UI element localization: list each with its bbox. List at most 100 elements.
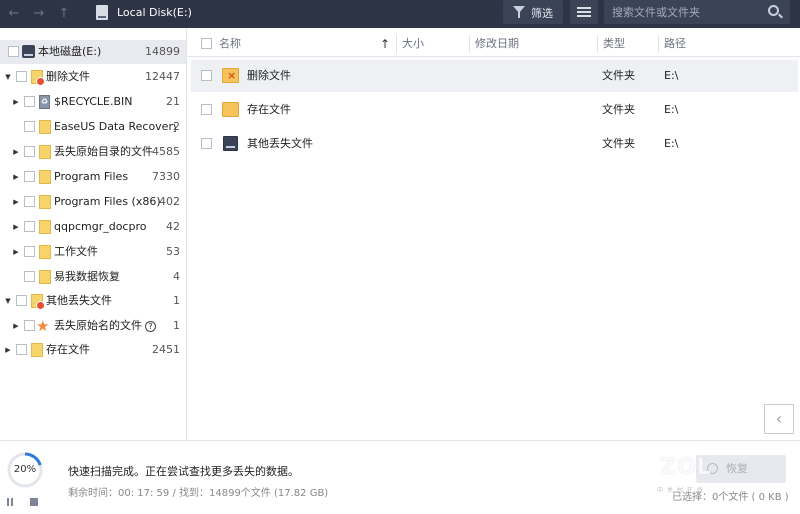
tree-item-label: 删除文件: [46, 70, 90, 83]
tree-item-label: 丢失原始名的文件?: [54, 314, 156, 338]
row-checkbox[interactable]: [201, 70, 212, 81]
tree-item-count: 21: [166, 95, 180, 108]
file-type: 文件夹: [602, 137, 635, 150]
column-header-size[interactable]: 大小: [402, 31, 424, 57]
tree-checkbox[interactable]: [24, 146, 35, 157]
scan-stats-text: 剩余时间：00: 17: 59 / 找到：14899个文件 (17.82 GB): [68, 488, 329, 499]
tree-checkbox[interactable]: [24, 271, 35, 282]
tree-item-count: 1: [173, 319, 180, 332]
tree-item-lost-names[interactable]: ▶ ★ 丢失原始名的文件? 1: [0, 314, 186, 338]
table-row[interactable]: 其他丢失文件 文件夹 E:\: [191, 128, 798, 160]
tree-checkbox[interactable]: [8, 46, 19, 57]
tree-checkbox[interactable]: [24, 171, 35, 182]
chevron-left-icon: ‹: [775, 409, 783, 428]
column-header-path[interactable]: 路径: [664, 31, 686, 57]
tree-item-deleted-files[interactable]: ▼ 删除文件 12447: [0, 65, 186, 89]
tree-item-easeus-cn[interactable]: 易我数据恢复 4: [0, 265, 186, 289]
tree-checkbox[interactable]: [24, 196, 35, 207]
tree-item-count: 42: [166, 220, 180, 233]
tree-checkbox[interactable]: [24, 221, 35, 232]
tree-item-label: 工作文件: [54, 245, 98, 258]
expand-toggle-icon[interactable]: ▶: [12, 190, 20, 214]
tree-item-work-files[interactable]: ▶ 工作文件 53: [0, 240, 186, 264]
expand-toggle-icon[interactable]: ▶: [12, 140, 20, 164]
tree-item-other-lost[interactable]: ▼ 其他丢失文件 1: [0, 289, 186, 313]
file-path: E:\: [664, 69, 679, 82]
expand-toggle-icon[interactable]: ▶: [12, 165, 20, 189]
expand-toggle-icon[interactable]: ▶: [12, 215, 20, 239]
tree-item-qqpcmgr[interactable]: ▶ qqpcmgr_docpro 42: [0, 215, 186, 239]
search-input[interactable]: [612, 4, 762, 20]
back-arrow-icon[interactable]: ←: [6, 5, 22, 23]
row-checkbox[interactable]: [201, 138, 212, 149]
tree-item-lost-dir-files[interactable]: ▶ 丢失原始目录的文件 4585: [0, 140, 186, 164]
expand-toggle-icon[interactable]: ▼: [4, 289, 12, 313]
table-row[interactable]: 存在文件 文件夹 E:\: [191, 94, 798, 126]
selected-info: 已选择：0个文件 ( 0 KB ): [672, 492, 789, 503]
tree-checkbox[interactable]: [24, 121, 35, 132]
tree-checkbox[interactable]: [16, 344, 27, 355]
help-icon[interactable]: ?: [145, 321, 156, 332]
column-header-name[interactable]: 名称: [219, 31, 241, 57]
expand-toggle-icon[interactable]: ▶: [4, 338, 12, 362]
column-header-modified[interactable]: 修改日期: [475, 31, 519, 57]
disk-icon: [22, 45, 35, 58]
tree-item-count: 2: [173, 120, 180, 133]
star-icon: ★: [36, 317, 50, 335]
expand-toggle-icon[interactable]: ▶: [12, 90, 20, 114]
folder-icon: [39, 270, 51, 284]
tree-item-recycle-bin[interactable]: ▶ ♻ $RECYCLE.BIN 21: [0, 90, 186, 114]
tree-item-count: 7330: [152, 170, 180, 183]
tree-item-existing-files[interactable]: ▶ 存在文件 2451: [0, 338, 186, 362]
tree-checkbox[interactable]: [24, 246, 35, 257]
file-path: E:\: [664, 137, 679, 150]
tree-checkbox[interactable]: [16, 71, 27, 82]
tree-checkbox[interactable]: [24, 96, 35, 107]
folder-icon: [39, 120, 51, 134]
tree-checkbox[interactable]: [16, 295, 27, 306]
forward-arrow-icon[interactable]: →: [31, 5, 47, 23]
tree-item-label: Program Files: [54, 170, 129, 183]
file-name: 存在文件: [247, 103, 291, 116]
table-row[interactable]: 删除文件 文件夹 E:\: [191, 60, 798, 92]
expand-toggle-icon[interactable]: ▼: [4, 65, 12, 89]
file-type: 文件夹: [602, 103, 635, 116]
tree-item-local-disk[interactable]: 本地磁盘(E:) 14899: [0, 40, 186, 64]
up-arrow-icon[interactable]: ↑: [56, 5, 72, 23]
tree-item-label: Program Files (x86): [54, 195, 161, 208]
collapse-panel-button[interactable]: ‹: [764, 404, 794, 434]
search-icon[interactable]: [768, 5, 779, 16]
pause-icon[interactable]: [6, 498, 14, 506]
menu-button[interactable]: [570, 0, 598, 24]
tree-item-count: 14899: [145, 45, 180, 58]
sort-ascending-icon[interactable]: ↑: [380, 31, 390, 57]
filter-button[interactable]: 筛选: [503, 0, 563, 24]
file-name: 其他丢失文件: [247, 137, 313, 150]
file-list: 名称 ↑ 大小 修改日期 类型 路径 删除文件 文件夹 E:\ 存在文件 文件夹…: [188, 28, 800, 440]
status-bar: 20% 快速扫描完成。正在尝试查找更多丢失的数据。 剩余时间：00: 17: 5…: [0, 440, 800, 514]
progress-percent: 20%: [13, 464, 37, 475]
expand-toggle-icon[interactable]: ▶: [12, 240, 20, 264]
deleted-folder-icon: [222, 60, 239, 92]
tree-item-text: 丢失原始名的文件: [54, 319, 142, 332]
select-all-checkbox[interactable]: [201, 38, 212, 49]
tree-item-program-files-x86[interactable]: ▶ Program Files (x86) 402: [0, 190, 186, 214]
tree-item-label: $RECYCLE.BIN: [54, 95, 133, 108]
tree-item-count: 12447: [145, 70, 180, 83]
stop-icon[interactable]: [30, 498, 38, 506]
row-checkbox[interactable]: [201, 104, 212, 115]
folder-icon: [39, 220, 51, 234]
tree-item-label: EaseUS Data Recovery ...: [54, 120, 176, 133]
tree-checkbox[interactable]: [24, 320, 35, 331]
tree-item-count: 53: [166, 245, 180, 258]
tree-item-label: qqpcmgr_docpro: [54, 220, 147, 233]
tree-item-label: 其他丢失文件: [46, 294, 112, 307]
zol-watermark: ZOL: [660, 455, 712, 480]
tree-item-program-files[interactable]: ▶ Program Files 7330: [0, 165, 186, 189]
expand-toggle-icon[interactable]: ▶: [12, 314, 20, 338]
tree-item-label: 本地磁盘(E:): [38, 45, 102, 58]
column-header-type[interactable]: 类型: [603, 31, 625, 57]
tree-item-easeus[interactable]: EaseUS Data Recovery ... 2: [0, 115, 186, 139]
deleted-folder-icon: [31, 70, 45, 86]
scan-status-text: 快速扫描完成。正在尝试查找更多丢失的数据。: [68, 465, 299, 478]
